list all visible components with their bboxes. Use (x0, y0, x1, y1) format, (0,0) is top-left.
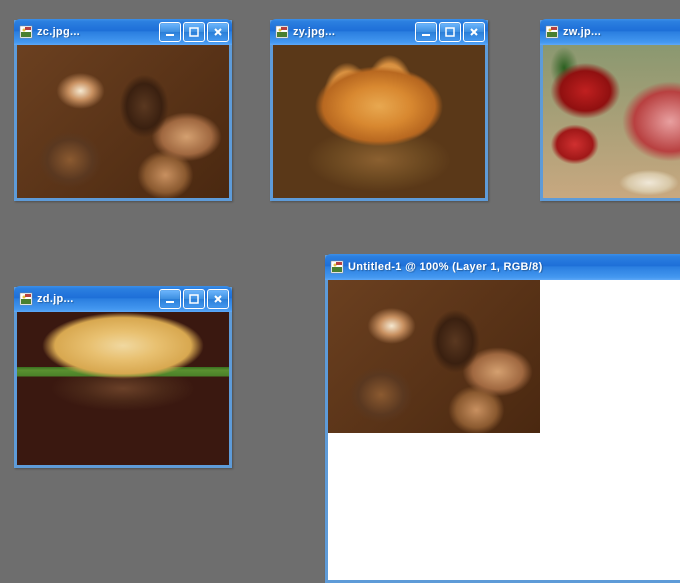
image-chocolates (17, 45, 229, 198)
document-content[interactable] (17, 45, 229, 198)
titlebar[interactable]: Untitled-1 @ 100% (Layer 1, RGB/8) (325, 254, 680, 280)
window-title: zc.jpg... (37, 26, 159, 38)
canvas-area[interactable] (328, 280, 680, 580)
window-title: zd.jp... (37, 293, 159, 305)
image-burger (17, 312, 229, 465)
close-button[interactable] (463, 22, 485, 42)
image-file-icon (545, 25, 559, 39)
titlebar[interactable]: zc.jpg... (14, 19, 232, 45)
document-content[interactable] (543, 45, 680, 198)
maximize-button[interactable] (183, 289, 205, 309)
document-window-untitled[interactable]: Untitled-1 @ 100% (Layer 1, RGB/8) (325, 255, 680, 583)
window-controls (159, 289, 229, 309)
image-file-icon (275, 25, 289, 39)
maximize-button[interactable] (183, 22, 205, 42)
window-title: zw.jp... (563, 26, 680, 38)
window-controls (415, 22, 485, 42)
document-window-zc[interactable]: zc.jpg... (14, 20, 232, 201)
document-content[interactable] (17, 312, 229, 465)
titlebar[interactable]: zd.jp... (14, 286, 232, 312)
document-content[interactable] (273, 45, 485, 198)
image-file-icon (19, 25, 33, 39)
image-file-icon (330, 260, 344, 274)
close-button[interactable] (207, 22, 229, 42)
titlebar[interactable]: zw.jp... (540, 19, 680, 45)
window-title: zy.jpg... (293, 26, 415, 38)
window-controls (159, 22, 229, 42)
minimize-button[interactable] (159, 289, 181, 309)
image-meat (543, 45, 680, 198)
document-window-zd[interactable]: zd.jp... (14, 287, 232, 468)
image-file-icon (19, 292, 33, 306)
pasted-layer[interactable] (328, 280, 540, 433)
minimize-button[interactable] (415, 22, 437, 42)
document-window-zw[interactable]: zw.jp... (540, 20, 680, 201)
maximize-button[interactable] (439, 22, 461, 42)
window-title: Untitled-1 @ 100% (Layer 1, RGB/8) (348, 261, 680, 273)
close-button[interactable] (207, 289, 229, 309)
document-window-zy[interactable]: zy.jpg... (270, 20, 488, 201)
image-bread (273, 45, 485, 198)
titlebar[interactable]: zy.jpg... (270, 19, 488, 45)
minimize-button[interactable] (159, 22, 181, 42)
